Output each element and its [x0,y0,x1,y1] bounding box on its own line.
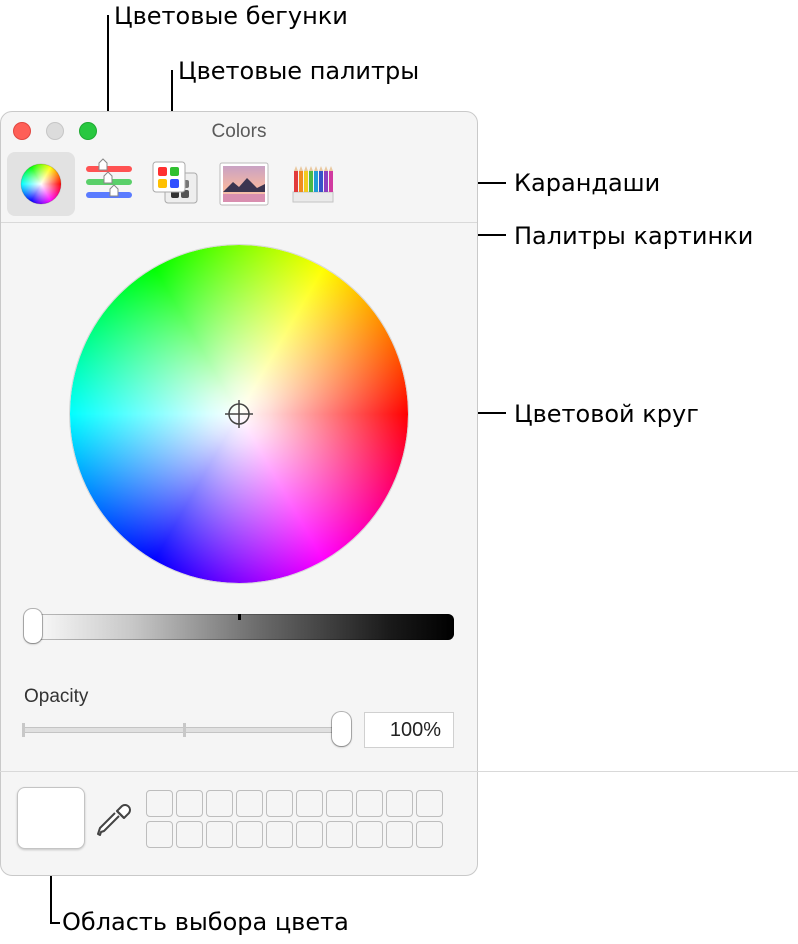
swatch-slot[interactable] [386,821,413,848]
callout-pencils: Карандаши [514,169,661,197]
swatch-slot[interactable] [176,821,203,848]
swatch-slot[interactable] [176,790,203,817]
opacity-tick-start [22,723,25,737]
color-well[interactable] [17,787,85,849]
brightness-tick-mark [238,614,241,620]
crosshair-icon[interactable] [223,398,255,430]
swatch-slot[interactable] [326,821,353,848]
opacity-slider-knob[interactable] [332,712,351,746]
window-title: Colors [211,121,267,142]
swatch-slot[interactable] [266,821,293,848]
tab-color-sliders[interactable] [81,152,137,216]
title-bar: Colors [1,112,477,152]
callout-color-well: Область выбора цвета [62,908,349,936]
opacity-tick-middle [183,723,186,737]
tab-color-wheel[interactable] [7,152,75,216]
swatch-slot[interactable] [266,790,293,817]
swatch-slot[interactable] [386,790,413,817]
image-icon [219,162,269,206]
color-wheel-icon [20,163,62,205]
sliders-icon [86,158,132,198]
swatch-slot[interactable] [236,821,263,848]
callout-image-palettes: Палитры картинки [514,222,754,250]
tab-image-palettes[interactable] [215,152,273,216]
swatch-slot[interactable] [146,821,173,848]
swatch-slot[interactable] [416,821,443,848]
swatch-slot[interactable] [296,790,323,817]
custom-swatch-grid [146,790,443,848]
swatch-slot[interactable] [356,790,383,817]
tab-pencils[interactable] [285,152,341,216]
tab-color-palettes[interactable] [147,152,207,216]
callout-line-well-h [50,922,60,924]
swatch-slot[interactable] [296,821,323,848]
swatch-slot[interactable] [206,790,233,817]
opacity-label: Opacity [24,686,89,707]
brightness-slider-knob[interactable] [24,609,42,643]
eyedropper-icon[interactable] [95,801,133,839]
callout-sliders: Цветовые бегунки [114,2,348,30]
toolbar [1,152,477,223]
pencils-icon [292,166,334,203]
swatch-slot[interactable] [326,790,353,817]
palettes-icon [152,161,198,204]
swatch-slot[interactable] [206,821,233,848]
callout-palettes: Цветовые палитры [178,57,420,85]
swatch-slot[interactable] [416,790,443,817]
opacity-value-field[interactable]: 100% [364,712,454,748]
swatch-slot[interactable] [356,821,383,848]
swatch-slot[interactable] [236,790,263,817]
swatch-slot[interactable] [146,790,173,817]
divider [0,771,798,772]
callout-color-wheel: Цветовой круг [514,400,699,428]
